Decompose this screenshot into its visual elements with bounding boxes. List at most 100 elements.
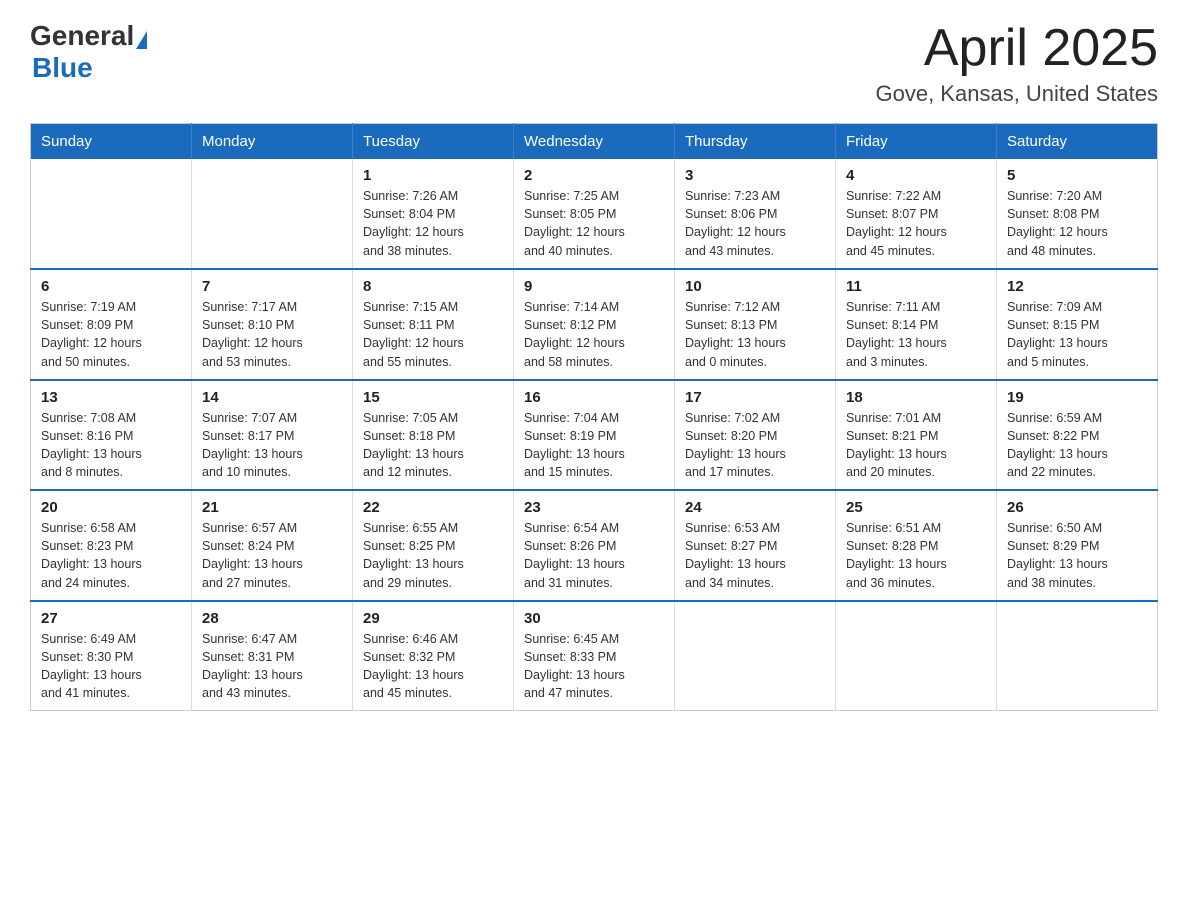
calendar-day-cell: 18Sunrise: 7:01 AM Sunset: 8:21 PM Dayli… <box>836 380 997 491</box>
day-number: 11 <box>846 278 986 295</box>
calendar-day-cell: 12 Sunrise: 7:09 AM Sunset: 8:15 PM Dayli… <box>997 269 1158 380</box>
day-number: 1 <box>363 167 503 184</box>
day-of-week-header: Wednesday <box>514 124 675 160</box>
day-info: Sunrise: 7:17 AM Sunset: 8:10 PM Dayligh… <box>202 298 342 371</box>
day-info: Sunrise: 6:47 AM Sunset: 8:31 PM Dayligh… <box>202 630 342 703</box>
calendar-day-cell: 13 Sunrise: 7:08 AM Sunset: 8:16 PM Dayli… <box>31 380 192 491</box>
day-info: Sunrise: 6:54 AM Sunset: 8:26 PM Dayligh… <box>524 519 664 592</box>
day-number: 23 <box>524 499 664 516</box>
day-of-week-header: Tuesday <box>353 124 514 160</box>
day-info: Sunrise: 6:57 AM Sunset: 8:24 PM Dayligh… <box>202 519 342 592</box>
day-info: Sunrise: 6:45 AM Sunset: 8:33 PM Dayligh… <box>524 630 664 703</box>
calendar-day-cell: 16 Sunrise: 7:04 AM Sunset: 8:19 PM Dayli… <box>514 380 675 491</box>
title-block: April 2025 Gove, Kansas, United States <box>876 20 1159 107</box>
day-of-week-header: Monday <box>192 124 353 160</box>
day-number: 2 <box>524 167 664 184</box>
day-info: Sunrise: 6:53 AM Sunset: 8:27 PM Dayligh… <box>685 519 825 592</box>
day-number: 18 <box>846 389 986 406</box>
calendar-day-cell: 17Sunrise: 7:02 AM Sunset: 8:20 PM Dayli… <box>675 380 836 491</box>
calendar-week-row: 27 Sunrise: 6:49 AM Sunset: 8:30 PM Dayli… <box>31 601 1158 711</box>
day-info: Sunrise: 6:59 AM Sunset: 8:22 PM Dayligh… <box>1007 409 1147 482</box>
day-info: Sunrise: 7:25 AM Sunset: 8:05 PM Dayligh… <box>524 187 664 260</box>
day-number: 9 <box>524 278 664 295</box>
day-number: 14 <box>202 389 342 406</box>
calendar-body: 1 Sunrise: 7:26 AM Sunset: 8:04 PM Daylig… <box>31 159 1158 711</box>
calendar-day-cell: 15Sunrise: 7:05 AM Sunset: 8:18 PM Dayli… <box>353 380 514 491</box>
day-number: 24 <box>685 499 825 516</box>
day-number: 22 <box>363 499 503 516</box>
day-number: 28 <box>202 610 342 627</box>
day-info: Sunrise: 7:08 AM Sunset: 8:16 PM Dayligh… <box>41 409 181 482</box>
calendar-title: April 2025 <box>876 20 1159 77</box>
calendar-day-cell: 14 Sunrise: 7:07 AM Sunset: 8:17 PM Dayli… <box>192 380 353 491</box>
calendar-day-cell <box>836 601 997 711</box>
calendar-header: SundayMondayTuesdayWednesdayThursdayFrid… <box>31 124 1158 160</box>
day-number: 3 <box>685 167 825 184</box>
day-info: Sunrise: 7:11 AM Sunset: 8:14 PM Dayligh… <box>846 298 986 371</box>
calendar-day-cell <box>31 159 192 269</box>
calendar-day-cell: 2 Sunrise: 7:25 AM Sunset: 8:05 PM Daylig… <box>514 159 675 269</box>
day-number: 25 <box>846 499 986 516</box>
calendar-week-row: 1 Sunrise: 7:26 AM Sunset: 8:04 PM Daylig… <box>31 159 1158 269</box>
calendar-day-cell: 9Sunrise: 7:14 AM Sunset: 8:12 PM Daylig… <box>514 269 675 380</box>
day-number: 12 <box>1007 278 1147 295</box>
day-of-week-header: Sunday <box>31 124 192 160</box>
day-info: Sunrise: 7:07 AM Sunset: 8:17 PM Dayligh… <box>202 409 342 482</box>
day-info: Sunrise: 7:23 AM Sunset: 8:06 PM Dayligh… <box>685 187 825 260</box>
calendar-day-cell: 30Sunrise: 6:45 AM Sunset: 8:33 PM Dayli… <box>514 601 675 711</box>
calendar-day-cell <box>675 601 836 711</box>
calendar-table: SundayMondayTuesdayWednesdayThursdayFrid… <box>30 123 1158 711</box>
day-info: Sunrise: 7:09 AM Sunset: 8:15 PM Dayligh… <box>1007 298 1147 371</box>
day-info: Sunrise: 6:49 AM Sunset: 8:30 PM Dayligh… <box>41 630 181 703</box>
calendar-day-cell: 10Sunrise: 7:12 AM Sunset: 8:13 PM Dayli… <box>675 269 836 380</box>
day-number: 20 <box>41 499 181 516</box>
day-number: 5 <box>1007 167 1147 184</box>
calendar-day-cell: 11 Sunrise: 7:11 AM Sunset: 8:14 PM Dayli… <box>836 269 997 380</box>
day-info: Sunrise: 7:26 AM Sunset: 8:04 PM Dayligh… <box>363 187 503 260</box>
logo: General Blue <box>30 20 147 84</box>
day-of-week-header: Thursday <box>675 124 836 160</box>
day-number: 27 <box>41 610 181 627</box>
calendar-day-cell: 24 Sunrise: 6:53 AM Sunset: 8:27 PM Dayli… <box>675 490 836 601</box>
logo-triangle-icon <box>136 31 147 49</box>
day-number: 21 <box>202 499 342 516</box>
day-number: 8 <box>363 278 503 295</box>
day-info: Sunrise: 7:05 AM Sunset: 8:18 PM Dayligh… <box>363 409 503 482</box>
day-number: 4 <box>846 167 986 184</box>
calendar-day-cell: 23 Sunrise: 6:54 AM Sunset: 8:26 PM Dayli… <box>514 490 675 601</box>
page-header: General Blue April 2025 Gove, Kansas, Un… <box>30 20 1158 107</box>
day-info: Sunrise: 7:15 AM Sunset: 8:11 PM Dayligh… <box>363 298 503 371</box>
day-of-week-header: Saturday <box>997 124 1158 160</box>
calendar-day-cell: 1 Sunrise: 7:26 AM Sunset: 8:04 PM Daylig… <box>353 159 514 269</box>
day-number: 19 <box>1007 389 1147 406</box>
day-info: Sunrise: 7:04 AM Sunset: 8:19 PM Dayligh… <box>524 409 664 482</box>
day-info: Sunrise: 6:46 AM Sunset: 8:32 PM Dayligh… <box>363 630 503 703</box>
day-info: Sunrise: 6:51 AM Sunset: 8:28 PM Dayligh… <box>846 519 986 592</box>
calendar-day-cell: 5Sunrise: 7:20 AM Sunset: 8:08 PM Daylig… <box>997 159 1158 269</box>
calendar-day-cell: 6 Sunrise: 7:19 AM Sunset: 8:09 PM Daylig… <box>31 269 192 380</box>
calendar-day-cell: 3 Sunrise: 7:23 AM Sunset: 8:06 PM Daylig… <box>675 159 836 269</box>
calendar-day-cell: 8 Sunrise: 7:15 AM Sunset: 8:11 PM Daylig… <box>353 269 514 380</box>
day-number: 29 <box>363 610 503 627</box>
calendar-day-cell: 7 Sunrise: 7:17 AM Sunset: 8:10 PM Daylig… <box>192 269 353 380</box>
day-info: Sunrise: 6:50 AM Sunset: 8:29 PM Dayligh… <box>1007 519 1147 592</box>
calendar-day-cell: 4Sunrise: 7:22 AM Sunset: 8:07 PM Daylig… <box>836 159 997 269</box>
calendar-day-cell: 21 Sunrise: 6:57 AM Sunset: 8:24 PM Dayli… <box>192 490 353 601</box>
day-info: Sunrise: 7:02 AM Sunset: 8:20 PM Dayligh… <box>685 409 825 482</box>
day-number: 6 <box>41 278 181 295</box>
day-info: Sunrise: 7:19 AM Sunset: 8:09 PM Dayligh… <box>41 298 181 371</box>
calendar-day-cell: 28 Sunrise: 6:47 AM Sunset: 8:31 PM Dayli… <box>192 601 353 711</box>
day-of-week-header: Friday <box>836 124 997 160</box>
day-number: 7 <box>202 278 342 295</box>
day-number: 26 <box>1007 499 1147 516</box>
calendar-day-cell <box>192 159 353 269</box>
calendar-day-cell: 29 Sunrise: 6:46 AM Sunset: 8:32 PM Dayli… <box>353 601 514 711</box>
day-number: 16 <box>524 389 664 406</box>
calendar-day-cell <box>997 601 1158 711</box>
day-number: 13 <box>41 389 181 406</box>
day-info: Sunrise: 6:55 AM Sunset: 8:25 PM Dayligh… <box>363 519 503 592</box>
calendar-subtitle: Gove, Kansas, United States <box>876 81 1159 107</box>
logo-general-text: General <box>30 20 134 52</box>
calendar-week-row: 6 Sunrise: 7:19 AM Sunset: 8:09 PM Daylig… <box>31 269 1158 380</box>
day-info: Sunrise: 6:58 AM Sunset: 8:23 PM Dayligh… <box>41 519 181 592</box>
